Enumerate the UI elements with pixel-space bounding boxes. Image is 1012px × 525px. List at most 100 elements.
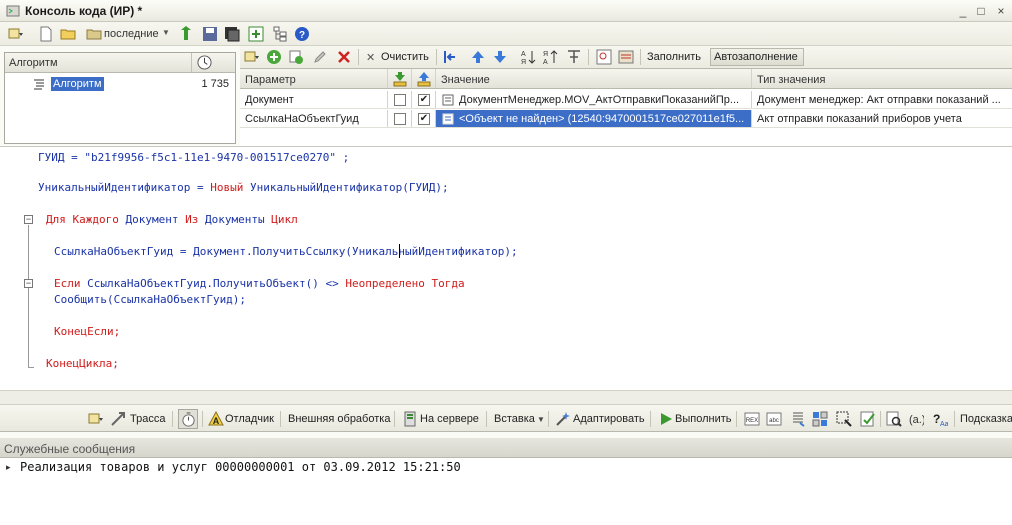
in-checkbox[interactable] [394, 94, 406, 106]
type-cell: Документ менеджер: Акт отправки показани… [757, 94, 1001, 106]
out-checkbox[interactable]: ✔ [418, 113, 430, 125]
server-icon [404, 411, 416, 427]
syntax-help-icon[interactable]: ? Aa [932, 411, 948, 427]
edit-pencil-icon[interactable] [312, 49, 328, 65]
context-help-icon[interactable]: (a.) [908, 411, 924, 427]
column-value-type[interactable]: Тип значения [752, 69, 1012, 88]
external-processing-button[interactable]: Внешняя обработка [288, 413, 390, 425]
parameters-toolbar: ✕ Очистить AЯ ЯA Заполнить Автозаполнени… [240, 46, 1012, 68]
separator [172, 411, 173, 427]
settings-list-icon[interactable] [618, 49, 634, 65]
stopwatch-toggle[interactable] [178, 409, 198, 429]
structure-icon[interactable] [272, 26, 288, 42]
separator [202, 411, 203, 427]
svg-text:Aa: Aa [940, 421, 948, 427]
value-cell-selected[interactable]: <Объект не найден> (12540:9470001517ce02… [436, 110, 752, 127]
timing-column-header[interactable] [191, 53, 217, 72]
parameters-table: Параметр Значение Тип значения Документ … [240, 68, 1012, 146]
tree-item[interactable]: Алгоритм 1 735 [5, 75, 235, 93]
help-icon[interactable]: ? [294, 26, 310, 42]
download-arrow-icon [393, 72, 407, 87]
adapt-wand-icon [556, 412, 570, 426]
minimize-button[interactable]: _ [956, 4, 970, 18]
new-file-icon[interactable] [38, 26, 54, 42]
column-check-out[interactable] [412, 69, 436, 88]
code-editor[interactable]: ГУИД = "b21f9956-f5c1-11e1-9470-001517ce… [0, 146, 1012, 391]
horizontal-scrollbar[interactable] [0, 390, 1012, 404]
actions-menu-icon[interactable] [8, 26, 24, 42]
messages-panel[interactable]: ▸ Реализация товаров и услуг 00000000001… [0, 458, 1012, 525]
regex-icon[interactable]: REX [744, 411, 760, 427]
svg-text:A: A [543, 59, 548, 65]
save-as-icon[interactable] [224, 26, 240, 42]
select-area-icon[interactable] [836, 411, 852, 427]
debugger-icon: A [208, 411, 224, 426]
table-row[interactable]: Документ ✔ ДокументМенеджер.MOV_АктОтпра… [240, 91, 1012, 109]
fold-toggle-if[interactable]: − [24, 279, 33, 288]
copy-row-icon[interactable] [288, 49, 304, 65]
add-item-icon[interactable] [248, 26, 264, 42]
code-line-5: Если СсылкаНаОбъектГуид.ПолучитьОбъект()… [54, 277, 465, 290]
code-module-icon [34, 79, 44, 90]
insert-dropdown[interactable]: Вставка [494, 413, 535, 425]
column-parameter[interactable]: Параметр [240, 69, 388, 88]
value-cell[interactable]: ДокументМенеджер.MOV_АктОтправкиПоказани… [436, 91, 752, 108]
format-icon[interactable]: abc [766, 411, 782, 427]
on-server-toggle[interactable]: На сервере [420, 413, 479, 425]
fold-toggle-loop[interactable]: − [24, 215, 33, 224]
clear-x-icon: ✕ [366, 52, 376, 64]
maximize-button[interactable]: □ [974, 4, 988, 18]
chevron-down-icon[interactable]: ▼ [537, 415, 545, 424]
autofill-label: Автозаполнение [714, 51, 798, 63]
separator [650, 411, 651, 427]
debugger-button[interactable]: Отладчик [225, 413, 274, 425]
close-button[interactable]: × [994, 4, 1008, 18]
actions-menu-icon[interactable] [244, 49, 260, 65]
adapt-button[interactable]: Адаптировать [573, 413, 645, 425]
move-down-icon[interactable] [492, 49, 508, 65]
code-line-8: КонецЦикла; [46, 357, 119, 370]
out-checkbox[interactable]: ✔ [418, 94, 430, 106]
actions-menu-icon[interactable] [88, 411, 104, 427]
messages-title: Служебные сообщения [4, 442, 136, 456]
separator [588, 49, 589, 65]
autofill-toggle[interactable]: Автозаполнение [710, 48, 804, 66]
in-checkbox[interactable] [394, 113, 406, 125]
table-row[interactable]: СсылкаНаОбъектГуид ✔ <Объект не найден> … [240, 110, 1012, 128]
add-row-icon[interactable] [266, 49, 282, 65]
move-up-icon[interactable] [470, 49, 486, 65]
check-syntax-icon[interactable] [860, 411, 876, 427]
recent-folder-icon[interactable] [86, 26, 102, 42]
type-cell: Акт отправки показаний приборов учета [757, 113, 962, 125]
sort-ascending-icon[interactable]: AЯ [520, 49, 536, 65]
message-marker-icon: ▸ [6, 462, 11, 472]
hierarchy-sort-icon[interactable] [566, 49, 582, 65]
find-in-code-icon[interactable] [886, 411, 902, 427]
chevron-down-icon[interactable]: ▼ [162, 28, 170, 37]
run-arrow-icon[interactable] [178, 26, 194, 42]
clear-button[interactable]: Очистить [381, 51, 429, 63]
column-value[interactable]: Значение [436, 69, 752, 88]
recent-dropdown[interactable]: последние [104, 26, 159, 42]
trace-button[interactable]: Трасса [130, 413, 165, 425]
editor-gutter [0, 147, 20, 391]
move-first-icon[interactable] [442, 49, 458, 65]
separator [436, 49, 437, 65]
modules-icon[interactable] [812, 411, 828, 427]
algorithm-tree: Алгоритм Алгоритм 1 735 [4, 52, 236, 144]
column-check-in[interactable] [388, 69, 412, 88]
find-icon[interactable] [596, 49, 612, 65]
save-icon[interactable] [202, 26, 218, 42]
separator [486, 411, 487, 427]
param-name-cell: Документ [240, 91, 388, 108]
run-button[interactable]: Выполнить [675, 413, 731, 425]
fill-button[interactable]: Заполнить [647, 51, 701, 63]
svg-text:?: ? [299, 30, 305, 41]
separator [548, 411, 549, 427]
play-icon [661, 413, 672, 425]
open-folder-icon[interactable] [60, 26, 76, 42]
comment-icon[interactable] [790, 411, 806, 427]
sort-descending-icon[interactable]: ЯA [542, 49, 558, 65]
delete-icon[interactable] [336, 49, 352, 65]
hint-button[interactable]: Подсказка [960, 413, 1012, 425]
